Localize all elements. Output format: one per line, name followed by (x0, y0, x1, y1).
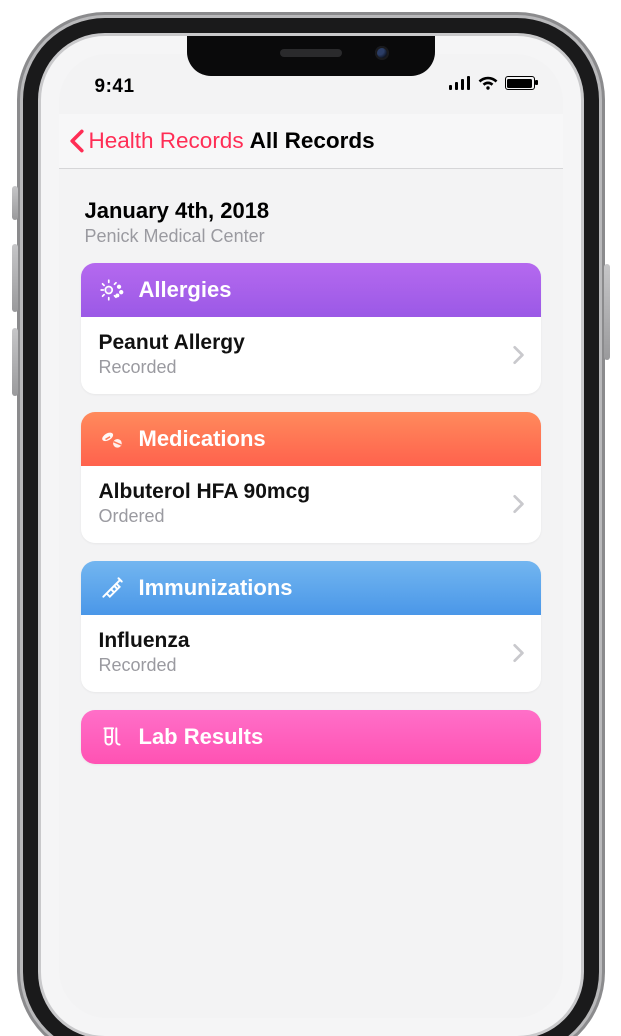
notch (187, 36, 435, 76)
section-lab-results: Lab Results (81, 710, 541, 764)
section-immunizations: Immunizations Influenza Recorded (81, 561, 541, 692)
page-title: All Records (250, 128, 375, 154)
section-title: Immunizations (139, 575, 293, 601)
section-header-immunizations[interactable]: Immunizations (81, 561, 541, 615)
cellular-icon (449, 76, 471, 90)
chevron-right-icon (505, 344, 531, 366)
section-allergies: Allergies Peanut Allergy Recorded (81, 263, 541, 394)
record-row[interactable]: Albuterol HFA 90mcg Ordered (81, 466, 541, 543)
screen: 9:41 Health Records All Records January … (59, 54, 563, 1018)
chevron-left-icon (69, 129, 85, 153)
side-button (12, 186, 18, 220)
date-heading: January 4th, 2018 (85, 198, 541, 224)
section-header-medications[interactable]: Medications (81, 412, 541, 466)
record-title: Influenza (99, 629, 505, 653)
chevron-right-icon (505, 493, 531, 515)
side-button (12, 328, 18, 396)
wifi-icon (478, 76, 498, 90)
record-row[interactable]: Influenza Recorded (81, 615, 541, 692)
test-tubes-icon (99, 724, 125, 750)
record-status: Recorded (99, 655, 505, 676)
section-title: Lab Results (139, 724, 264, 750)
allergy-sun-icon (99, 277, 125, 303)
side-button (12, 244, 18, 312)
facility-name: Penick Medical Center (85, 226, 541, 247)
section-title: Medications (139, 426, 266, 452)
chevron-right-icon (505, 642, 531, 664)
side-button (604, 264, 610, 360)
section-medications: Medications Albuterol HFA 90mcg Ordered (81, 412, 541, 543)
pills-icon (99, 426, 125, 452)
record-title: Albuterol HFA 90mcg (99, 480, 505, 504)
battery-icon (505, 76, 535, 90)
record-status: Recorded (99, 357, 505, 378)
record-row[interactable]: Peanut Allergy Recorded (81, 317, 541, 394)
status-time: 9:41 (95, 76, 135, 98)
record-status: Ordered (99, 506, 505, 527)
back-label: Health Records (89, 128, 244, 154)
device-frame: 9:41 Health Records All Records January … (41, 36, 581, 1036)
nav-bar: Health Records All Records (59, 114, 563, 169)
section-header-allergies[interactable]: Allergies (81, 263, 541, 317)
record-title: Peanut Allergy (99, 331, 505, 355)
syringe-icon (99, 575, 125, 601)
content-scroll[interactable]: January 4th, 2018 Penick Medical Center … (59, 168, 563, 1018)
section-title: Allergies (139, 277, 232, 303)
back-button[interactable]: Health Records (59, 128, 244, 154)
section-header-lab-results[interactable]: Lab Results (81, 710, 541, 764)
